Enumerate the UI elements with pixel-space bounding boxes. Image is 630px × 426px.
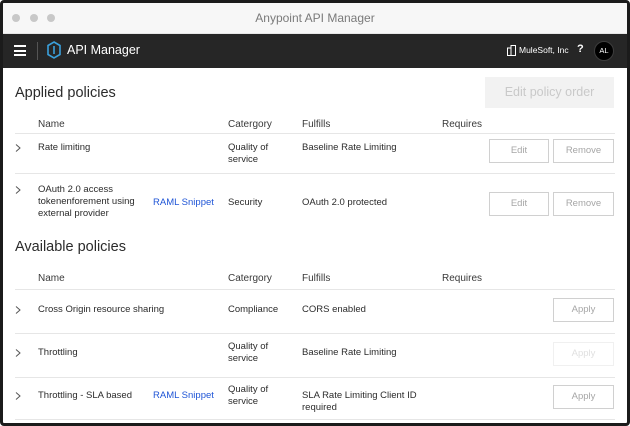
chevron-right-icon[interactable] bbox=[14, 144, 22, 152]
available-row-2-category: Quality of service bbox=[228, 341, 269, 364]
apply-button[interactable]: Apply bbox=[553, 385, 614, 409]
raml-snippet-link[interactable]: RAML Snippet bbox=[153, 390, 214, 401]
available-policies-title: Available policies bbox=[15, 239, 126, 255]
chevron-right-icon[interactable] bbox=[14, 186, 22, 194]
raml-snippet-link[interactable]: RAML Snippet bbox=[153, 197, 214, 208]
edit-policy-order-button[interactable]: Edit policy order bbox=[485, 77, 614, 108]
available-row-1-fulfills: CORS enabled bbox=[302, 304, 366, 315]
app-name[interactable]: API Manager bbox=[67, 43, 140, 57]
applied-row-2-name: OAuth 2.0 access tokenenforement using e… bbox=[38, 184, 135, 219]
api-manager-logo-icon bbox=[47, 41, 61, 59]
available-row-2-name: Throttling bbox=[38, 347, 78, 358]
organization-icon bbox=[507, 45, 516, 56]
available-header-category: Catergory bbox=[228, 273, 272, 284]
available-header-fulfills: Fulfills bbox=[302, 273, 331, 284]
remove-button[interactable]: Remove bbox=[553, 192, 614, 216]
hamburger-icon[interactable] bbox=[14, 45, 26, 56]
available-row-2-fulfills: Baseline Rate Limiting bbox=[302, 347, 397, 358]
applied-header-category: Catergory bbox=[228, 119, 272, 130]
available-row-3-name: Throttling - SLA based bbox=[38, 390, 132, 401]
window-title: Anypoint API Manager bbox=[255, 11, 375, 25]
apply-button-disabled[interactable]: Apply bbox=[553, 342, 614, 366]
edit-button[interactable]: Edit bbox=[489, 192, 549, 216]
divider bbox=[15, 289, 615, 290]
nav-divider bbox=[37, 42, 38, 60]
applied-policies-title: Applied policies bbox=[15, 85, 116, 101]
applied-row-2-fulfills: OAuth 2.0 protected bbox=[302, 197, 388, 208]
available-row-3-category: Quality of service bbox=[228, 384, 269, 407]
applied-row-1-fulfills: Baseline Rate Limiting bbox=[302, 142, 397, 153]
applied-header-fulfills: Fulfills bbox=[302, 119, 331, 130]
window-titlebar: Anypoint API Manager bbox=[3, 3, 627, 34]
chevron-right-icon[interactable] bbox=[14, 306, 22, 314]
top-navbar: API Manager MuleSoft, Inc ? AL bbox=[3, 34, 627, 68]
applied-header-name: Name bbox=[38, 119, 65, 130]
edit-button[interactable]: Edit bbox=[489, 139, 549, 163]
divider bbox=[15, 419, 615, 420]
available-row-3-fulfills: SLA Rate Limiting Client ID required bbox=[302, 390, 417, 413]
app-window: Anypoint API Manager API Manager MuleSof… bbox=[0, 0, 630, 426]
divider bbox=[15, 133, 615, 134]
apply-button[interactable]: Apply bbox=[553, 298, 614, 322]
divider bbox=[15, 377, 615, 378]
applied-row-1-name: Rate limiting bbox=[38, 142, 91, 153]
remove-button[interactable]: Remove bbox=[553, 139, 614, 163]
available-row-1-category: Compliance bbox=[228, 304, 279, 315]
divider bbox=[15, 333, 615, 334]
applied-row-2-category: Security bbox=[228, 197, 263, 208]
chevron-right-icon[interactable] bbox=[14, 392, 22, 400]
applied-header-requires: Requires bbox=[442, 119, 483, 130]
divider bbox=[15, 173, 615, 174]
org-name[interactable]: MuleSoft, Inc bbox=[519, 45, 569, 55]
chevron-right-icon[interactable] bbox=[14, 349, 22, 357]
avatar[interactable]: AL bbox=[594, 41, 614, 61]
applied-row-1-category: Quality of service bbox=[228, 142, 269, 165]
available-header-requires: Requires bbox=[442, 273, 483, 284]
available-header-name: Name bbox=[38, 273, 65, 284]
help-icon[interactable]: ? bbox=[577, 43, 584, 55]
available-row-1-name: Cross Origin resource sharing bbox=[38, 304, 165, 315]
